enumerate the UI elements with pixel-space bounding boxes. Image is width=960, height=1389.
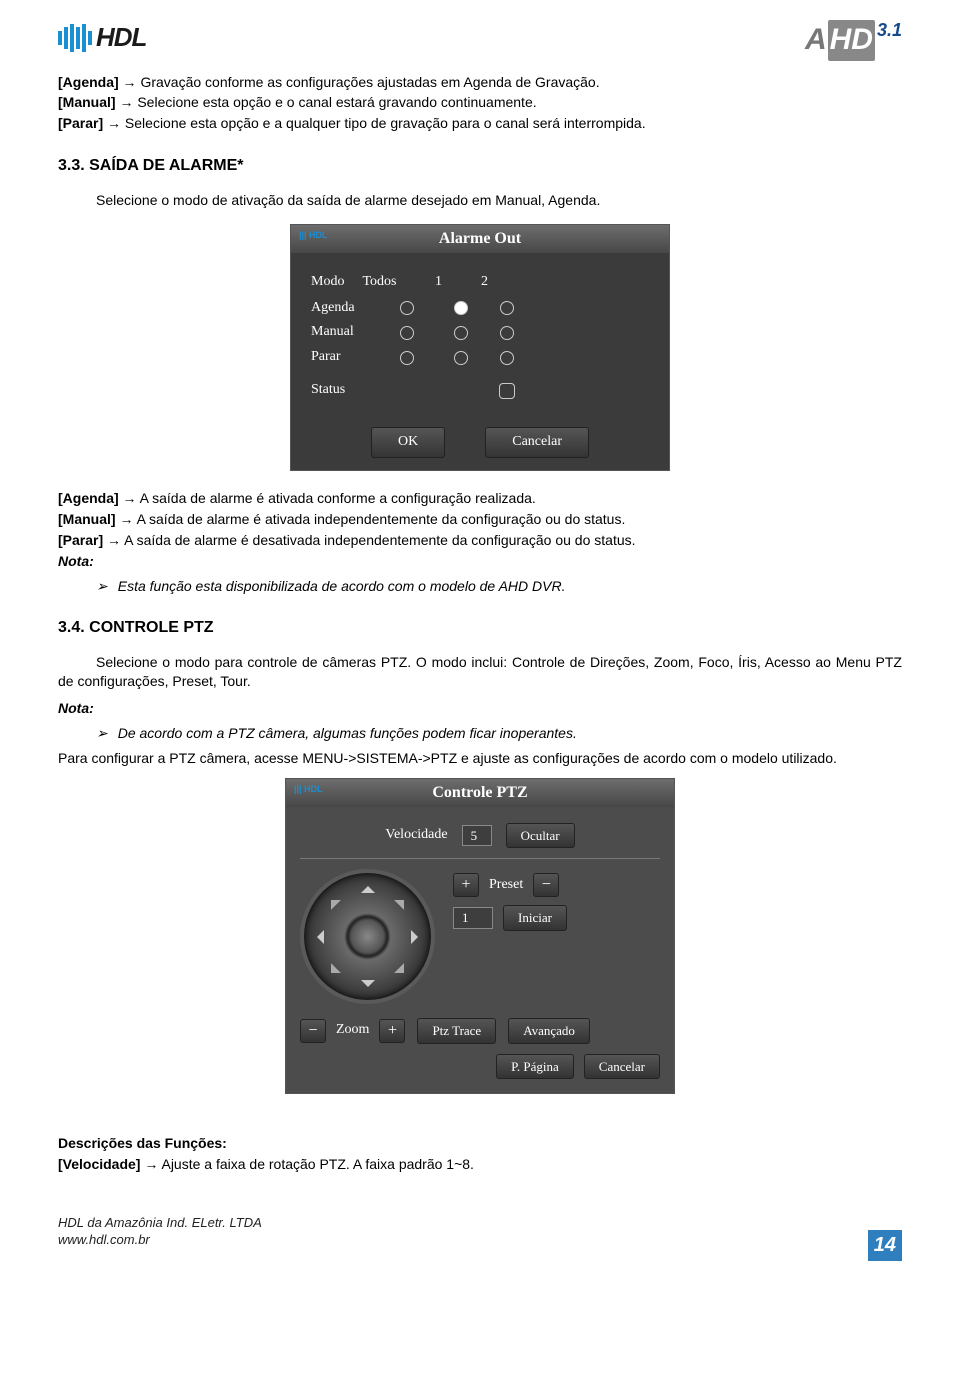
logo-bars-icon <box>58 24 92 52</box>
radio-agenda-2[interactable] <box>500 301 514 315</box>
nota-2-bullet: ➢De acordo com a PTZ câmera, algumas fun… <box>96 724 902 743</box>
preset-plus-button[interactable]: + <box>453 873 479 897</box>
controle-ptz-screenshot: ||| HDL Controle PTZ Velocidade 5 Oculta… <box>285 778 675 1095</box>
mini-hdl-logo-icon: ||| HDL <box>294 783 323 795</box>
ptz-config-note: Para configurar a PTZ câmera, acesse MEN… <box>58 749 902 768</box>
intro-manual: [Manual] → Selecione esta opção e o cana… <box>58 93 902 112</box>
arrow-up-icon[interactable] <box>361 879 375 893</box>
iniciar-button[interactable]: Iniciar <box>503 905 567 931</box>
section-3-4-desc: Selecione o modo para controle de câmera… <box>58 653 902 691</box>
preset-value[interactable]: 1 <box>453 907 493 929</box>
zoom-minus-button[interactable]: − <box>300 1019 326 1043</box>
radio-parar-1[interactable] <box>454 351 468 365</box>
bullet-arrow-icon: ➢ <box>96 724 108 743</box>
ptz-divider <box>300 858 660 859</box>
arrow-right-icon[interactable] <box>411 930 425 944</box>
zoom-label: Zoom <box>336 1021 369 1040</box>
arrow-up-right-icon[interactable] <box>394 890 414 910</box>
post-parar: [Parar] → A saída de alarme é desativada… <box>58 531 902 550</box>
radio-manual-2[interactable] <box>500 326 514 340</box>
func-desc-vel: [Velocidade] → Ajuste a faixa de rotação… <box>58 1155 902 1174</box>
hdl-logo: HDL <box>58 20 146 55</box>
page-number: 14 <box>868 1230 902 1261</box>
footer-url: www.hdl.com.br <box>58 1231 902 1249</box>
section-3-3-desc: Selecione o modo de ativação da saída de… <box>96 191 902 210</box>
alarme-out-title-bar: ||| HDL Alarme Out <box>291 225 669 253</box>
radio-parar-todos[interactable] <box>400 351 414 365</box>
alarme-row-parar: Parar <box>311 345 649 370</box>
ppagina-button[interactable]: P. Página <box>496 1054 574 1080</box>
section-3-4-heading: 3.4. CONTROLE PTZ <box>58 617 902 639</box>
arrow-up-left-icon[interactable] <box>321 890 341 910</box>
cancel-button[interactable]: Cancelar <box>485 427 589 458</box>
nota-2: Nota: <box>58 699 902 718</box>
arrow-left-icon[interactable] <box>310 930 324 944</box>
arrow-down-icon[interactable] <box>361 980 375 994</box>
ptz-title: Controle PTZ <box>432 782 527 804</box>
post-agenda: [Agenda] → A saída de alarme é ativada c… <box>58 489 902 508</box>
nota-1-bullet: ➢Esta função esta disponibilizada de aco… <box>96 577 902 596</box>
func-desc-heading: Descrições das Funções: <box>58 1134 902 1153</box>
alarme-table-header: Modo Todos 1 2 <box>311 271 649 296</box>
radio-parar-2[interactable] <box>500 351 514 365</box>
radio-manual-1[interactable] <box>454 326 468 340</box>
ptz-direction-wheel[interactable] <box>300 869 435 1004</box>
preset-label: Preset <box>489 876 523 895</box>
alarme-out-screenshot: ||| HDL Alarme Out Modo Todos 1 2 Agenda… <box>290 224 670 471</box>
checkbox-status-2[interactable] <box>499 383 515 399</box>
ptz-cancel-button[interactable]: Cancelar <box>584 1054 660 1080</box>
preset-minus-button[interactable]: − <box>533 873 559 897</box>
footer-company: HDL da Amazônia Ind. ELetr. LTDA <box>58 1214 902 1232</box>
radio-agenda-1[interactable] <box>454 301 468 315</box>
alarme-row-agenda: Agenda <box>311 296 649 321</box>
ocultar-button[interactable]: Ocultar <box>506 823 575 849</box>
arrow-down-right-icon[interactable] <box>394 963 414 983</box>
mini-hdl-logo-icon: ||| HDL <box>299 229 328 241</box>
intro-parar: [Parar] → Selecione esta opção e a qualq… <box>58 114 902 133</box>
post-manual: [Manual] → A saída de alarme é ativada i… <box>58 510 902 529</box>
intro-agenda: [Agenda] → Gravação conforme as configur… <box>58 73 902 92</box>
ahd-logo: AHD3.1 <box>805 20 902 61</box>
avancado-button[interactable]: Avançado <box>508 1018 590 1044</box>
bullet-arrow-icon: ➢ <box>96 577 108 596</box>
arrow-down-left-icon[interactable] <box>321 963 341 983</box>
alarme-out-title: Alarme Out <box>439 228 521 250</box>
velocidade-value[interactable]: 5 <box>462 825 492 847</box>
radio-manual-todos[interactable] <box>400 326 414 340</box>
page-footer: HDL da Amazônia Ind. ELetr. LTDA www.hdl… <box>58 1214 902 1249</box>
nota-1: Nota: <box>58 552 902 571</box>
alarme-row-manual: Manual <box>311 320 649 345</box>
ptz-title-bar: ||| HDL Controle PTZ <box>286 779 674 807</box>
page-header: HDL AHD3.1 <box>58 20 902 61</box>
alarme-row-status: Status <box>311 378 649 403</box>
ptz-trace-button[interactable]: Ptz Trace <box>417 1018 496 1044</box>
zoom-plus-button[interactable]: + <box>379 1019 405 1043</box>
velocidade-label: Velocidade <box>385 826 447 845</box>
section-3-3-heading: 3.3. SAÍDA DE ALARME* <box>58 155 902 177</box>
ok-button[interactable]: OK <box>371 427 445 458</box>
hdl-logo-text: HDL <box>96 20 146 55</box>
radio-agenda-todos[interactable] <box>400 301 414 315</box>
